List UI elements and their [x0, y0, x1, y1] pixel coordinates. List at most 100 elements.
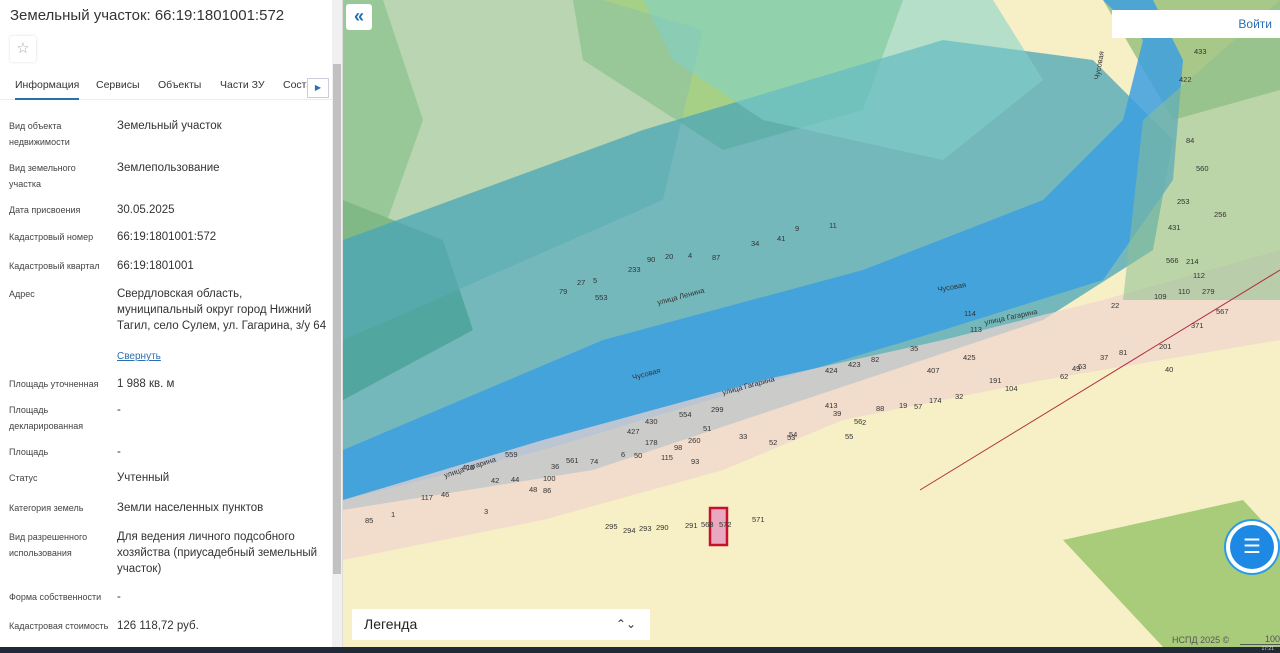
parcel-label[interactable]: 407 — [927, 366, 940, 375]
tabs-next-button[interactable]: ▶ — [307, 78, 329, 98]
parcel-label[interactable]: 371 — [1191, 321, 1204, 330]
parcel-label[interactable]: 293 — [639, 524, 652, 533]
parcel-label[interactable]: 178 — [645, 438, 658, 447]
parcel-label[interactable]: 37 — [1100, 353, 1108, 362]
parcel-label[interactable]: 50 — [634, 451, 642, 460]
parcel-label[interactable]: 117 — [421, 493, 433, 502]
parcel-label[interactable]: 87 — [712, 253, 720, 262]
parcel-label[interactable]: 553 — [595, 293, 608, 302]
parcel-label[interactable]: 35 — [910, 344, 918, 353]
map[interactable]: 79 27 5 553 233 90 20 4 87 34 41 9 11 430 554 299 51 33 52… — [343, 0, 1280, 647]
parcel-label[interactable]: 572 — [719, 520, 732, 529]
parcel-label[interactable]: 51 — [703, 424, 711, 433]
parcel-label[interactable]: 93 — [691, 457, 699, 466]
parcel-label[interactable]: 110 — [1178, 287, 1190, 296]
parcel-label[interactable]: 561 — [566, 456, 579, 465]
parcel-label[interactable]: 112 — [1193, 271, 1205, 280]
parcel-label[interactable]: 201 — [1159, 342, 1172, 351]
parcel-label[interactable]: 559 — [505, 450, 518, 459]
parcel-label[interactable]: 48 — [529, 485, 537, 494]
parcel-label[interactable]: 104 — [1005, 384, 1018, 393]
parcel-label[interactable]: 100 — [543, 474, 556, 483]
parcel-label[interactable]: 57 — [914, 402, 922, 411]
collapse-panel-button[interactable]: « — [346, 4, 372, 30]
login-button[interactable]: Войти — [1112, 10, 1280, 38]
parcel-label[interactable]: 554 — [679, 410, 692, 419]
parcel-label[interactable]: 279 — [1202, 287, 1215, 296]
tab-info[interactable]: Информация — [15, 79, 80, 100]
parcel-label[interactable]: 115 — [661, 453, 673, 462]
tab-parts[interactable]: Части ЗУ — [220, 79, 265, 91]
parcel-label[interactable]: 291 — [685, 521, 698, 530]
parcel-label[interactable]: 233 — [628, 265, 641, 274]
parcel-label[interactable]: 174 — [929, 396, 942, 405]
parcel-label[interactable]: 1 — [391, 510, 395, 519]
parcel-label[interactable]: 431 — [1168, 223, 1181, 232]
parcel-label[interactable]: 260 — [688, 436, 701, 445]
collapse-address-link[interactable]: Свернуть — [117, 349, 327, 365]
parcel-label[interactable]: 32 — [955, 392, 963, 401]
parcel-label[interactable]: 430 — [645, 417, 658, 426]
parcel-label[interactable]: 4 — [688, 251, 692, 260]
parcel-label[interactable]: 85 — [365, 516, 373, 525]
parcel-label[interactable]: 20 — [665, 252, 673, 261]
parcel-label[interactable]: 566 — [1166, 256, 1179, 265]
parcel-label[interactable]: 22 — [1111, 301, 1119, 310]
parcel-label[interactable]: 74 — [590, 457, 598, 466]
parcel-label[interactable]: 114 — [964, 309, 976, 318]
parcel-label[interactable]: 571 — [752, 515, 765, 524]
parcel-label[interactable]: 5 — [593, 276, 597, 285]
tab-objects[interactable]: Объекты — [158, 79, 201, 91]
parcel-label[interactable]: 2 — [862, 418, 866, 427]
parcel-label[interactable]: 6 — [621, 450, 625, 459]
parcel-label[interactable]: 46 — [441, 490, 449, 499]
parcel-label[interactable]: 90 — [647, 255, 655, 264]
parcel-label[interactable]: 290 — [656, 523, 669, 532]
star-icon[interactable]: ☆ — [10, 36, 36, 62]
parcel-label[interactable]: 82 — [871, 355, 879, 364]
parcel-label[interactable]: 62 — [1060, 372, 1068, 381]
parcel-label[interactable]: 54 — [789, 430, 797, 439]
scrollbar[interactable] — [332, 0, 342, 647]
parcel-label[interactable]: 295 — [605, 522, 618, 531]
parcel-label[interactable]: 423 — [848, 360, 861, 369]
parcel-label[interactable]: 36 — [551, 462, 559, 471]
parcel-label[interactable]: 11 — [829, 221, 837, 230]
parcel-label[interactable]: 422 — [1179, 75, 1192, 84]
parcel-label[interactable]: 81 — [1119, 348, 1127, 357]
parcel-label[interactable]: 86 — [543, 486, 551, 495]
tab-services[interactable]: Сервисы — [96, 79, 140, 91]
parcel-label[interactable]: 560 — [1196, 164, 1209, 173]
parcel-label[interactable]: 41 — [777, 234, 785, 243]
parcel-label[interactable]: 294 — [623, 526, 636, 535]
parcel-label[interactable]: 19 — [899, 401, 907, 410]
parcel-label[interactable]: 299 — [711, 405, 724, 414]
parcel-label[interactable]: 33 — [739, 432, 747, 441]
parcel-label[interactable]: 191 — [989, 376, 1002, 385]
map-canvas[interactable]: 79 27 5 553 233 90 20 4 87 34 41 9 11 430 554 299 51 33 52… — [343, 0, 1280, 647]
scrollbar-thumb[interactable] — [333, 64, 341, 574]
parcel-label[interactable]: 39 — [833, 409, 841, 418]
parcel-label[interactable]: 109 — [1154, 292, 1167, 301]
parcel-label[interactable]: 52 — [769, 438, 777, 447]
parcel-label[interactable]: 84 — [1186, 136, 1194, 145]
parcel-label[interactable]: 79 — [559, 287, 567, 296]
parcel-label[interactable]: 34 — [751, 239, 759, 248]
parcel-label[interactable]: 425 — [963, 353, 976, 362]
parcel-label[interactable]: 256 — [1214, 210, 1227, 219]
parcel-label[interactable]: 427 — [627, 427, 640, 436]
parcel-label[interactable]: 40 — [1165, 365, 1173, 374]
parcel-label[interactable]: 568 — [701, 520, 714, 529]
parcel-label[interactable]: 88 — [876, 404, 884, 413]
parcel-label[interactable]: 98 — [674, 443, 682, 452]
parcel-label[interactable]: 9 — [795, 224, 799, 233]
parcel-label[interactable]: 424 — [825, 366, 838, 375]
parcel-label[interactable]: 27 — [577, 278, 585, 287]
tab-composition[interactable]: Состав — [283, 79, 307, 91]
chat-icon[interactable]: ☰ — [1230, 525, 1274, 569]
parcel-label[interactable]: 42 — [491, 476, 499, 485]
parcel-label[interactable]: 433 — [1194, 47, 1207, 56]
parcel-label[interactable]: 113 — [970, 325, 982, 334]
parcel-label[interactable]: 44 — [511, 475, 519, 484]
parcel-label[interactable]: 55 — [845, 432, 853, 441]
